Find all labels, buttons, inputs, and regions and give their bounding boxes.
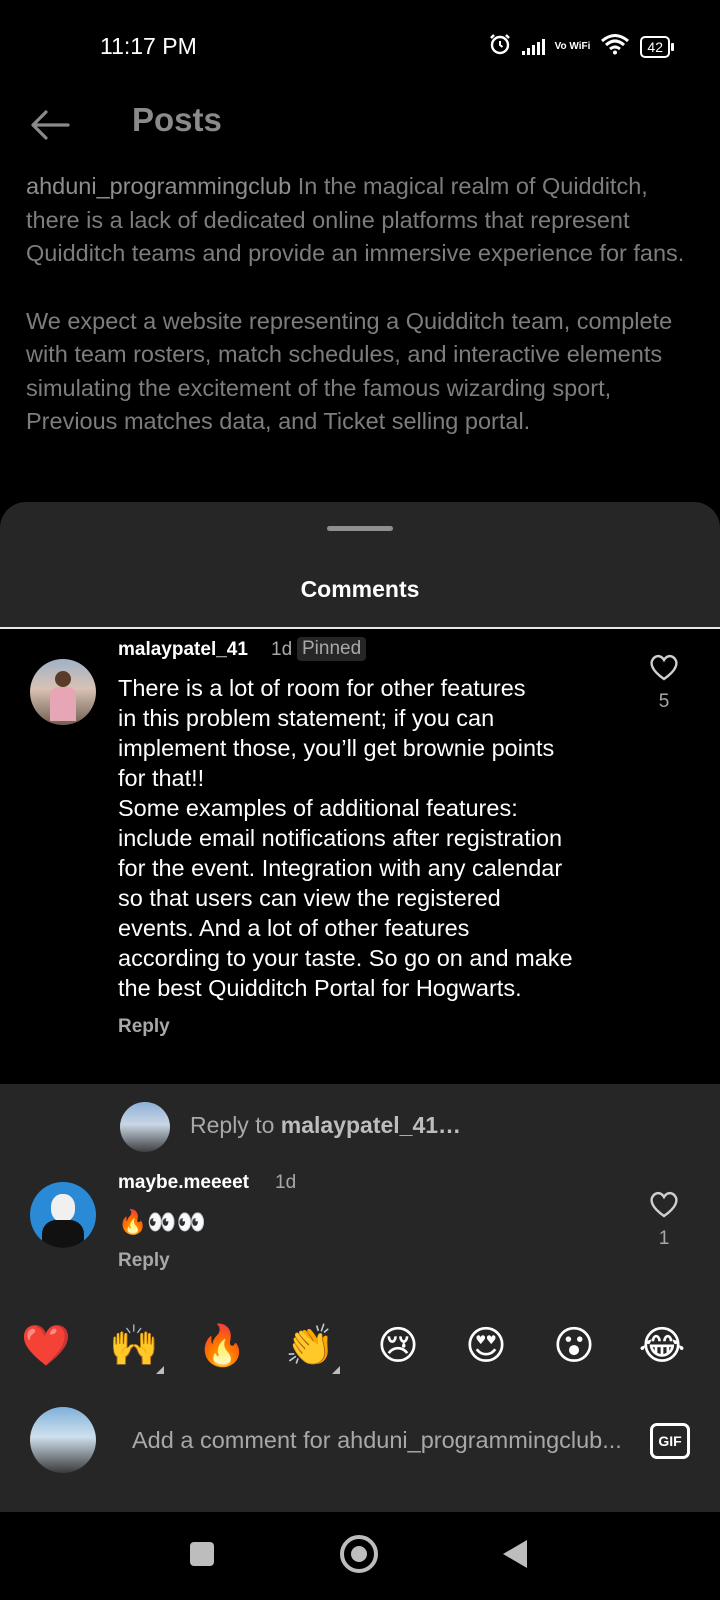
- like-count: 1: [658, 1228, 670, 1249]
- comment-time: 1d: [275, 1172, 297, 1193]
- avatar[interactable]: [30, 659, 96, 725]
- gif-button[interactable]: GIF: [650, 1423, 690, 1459]
- status-time: 11:17 PM: [100, 33, 197, 59]
- comment-text-line: Some examples of additional features:: [118, 795, 518, 821]
- reply-button[interactable]: Reply: [118, 1250, 170, 1272]
- comment-text-line: for that!!: [118, 765, 205, 791]
- comments-sheet: Comments malaypatel_41 1d Pinned There i…: [0, 502, 720, 1600]
- comment-text: 🔥👀👀: [118, 1209, 206, 1235]
- reply-prompt[interactable]: Reply to malaypatel_41…: [0, 1102, 720, 1162]
- comment-text-line: implement those, you’ll get brownie poin…: [118, 735, 555, 761]
- drag-handle[interactable]: [327, 526, 393, 531]
- comment-time: 1d: [271, 639, 293, 660]
- reaction-fire-emoji[interactable]: 🔥: [196, 1322, 248, 1370]
- comment-text-line: There is a lot of room for other feature…: [118, 675, 526, 701]
- comment-text-line: according to your taste. So go on and ma…: [118, 945, 573, 971]
- signal-icon: [521, 38, 545, 55]
- status-bar: 11:17 PM Vo WiFi 42: [0, 0, 720, 90]
- comment-text-line: so that users can view the registered: [118, 885, 501, 911]
- page-title: Posts: [132, 101, 222, 138]
- reaction-heart-eyes-emoji[interactable]: 😍: [460, 1322, 512, 1370]
- reply-prompt-text: Reply to malaypatel_41…: [190, 1112, 462, 1138]
- like-heart-icon[interactable]: [644, 653, 684, 688]
- comment-input[interactable]: Add a comment for ahduni_programmingclub…: [132, 1427, 620, 1454]
- add-comment-bar: Add a comment for ahduni_programmingclub…: [0, 1407, 720, 1477]
- like-count: 5: [658, 691, 670, 712]
- reaction-heart-emoji[interactable]: ❤️: [20, 1322, 72, 1370]
- reaction-surprised-emoji[interactable]: 😮: [548, 1322, 600, 1370]
- comment-text-line: include email notifications after regist…: [118, 825, 563, 851]
- comment-text-line: the best Quidditch Portal for Hogwarts.: [118, 975, 522, 1001]
- top-bar: Posts: [0, 95, 720, 155]
- reaction-clap-emoji[interactable]: 👏: [284, 1322, 340, 1374]
- back-triangle-icon[interactable]: [503, 1540, 527, 1568]
- reaction-laughing-emoji[interactable]: 😂: [636, 1322, 688, 1370]
- avatar[interactable]: [30, 1182, 96, 1248]
- recents-icon[interactable]: [190, 1542, 214, 1566]
- status-icons: Vo WiFi 42: [488, 32, 674, 61]
- caption-username[interactable]: ahduni_programmingclub: [26, 173, 291, 199]
- comment-text: There is a lot of room for other feature…: [118, 673, 573, 1003]
- avatar: [120, 1102, 170, 1152]
- comments-title: Comments: [300, 576, 420, 602]
- post-caption: ahduni_programmingclub In the magical re…: [26, 170, 698, 500]
- back-arrow-icon[interactable]: [28, 103, 72, 152]
- reply-button[interactable]: Reply: [118, 1016, 170, 1038]
- comment-username[interactable]: maybe.meeeet: [118, 1172, 249, 1194]
- vowifi-label: Vo WiFi: [554, 40, 591, 52]
- comment-text-line: for the event. Integration with any cale…: [118, 855, 563, 881]
- comment-text-line: in this problem statement; if you can: [118, 705, 495, 731]
- reaction-sad-emoji[interactable]: 😢: [372, 1322, 424, 1370]
- alarm-icon: [488, 32, 512, 61]
- system-nav-bar: [0, 1512, 720, 1600]
- quick-reactions-bar: ❤️ 🙌 🔥 👏 😢 😍 😮 😂: [0, 1322, 720, 1382]
- wifi-icon: [600, 33, 630, 60]
- battery-icon: 42: [640, 35, 674, 58]
- caption-paragraph-2: We expect a website representing a Quidd…: [26, 307, 673, 435]
- avatar: [30, 1407, 96, 1473]
- comment-username[interactable]: malaypatel_41: [118, 639, 248, 661]
- reaction-raised-hands-emoji[interactable]: 🙌: [108, 1322, 164, 1374]
- pinned-comment: malaypatel_41 1d Pinned There is a lot o…: [0, 629, 720, 1084]
- comment-text-line: events. And a lot of other features: [118, 915, 470, 941]
- home-icon[interactable]: [340, 1535, 378, 1573]
- pinned-badge: Pinned: [297, 637, 367, 661]
- like-heart-icon[interactable]: [644, 1190, 684, 1225]
